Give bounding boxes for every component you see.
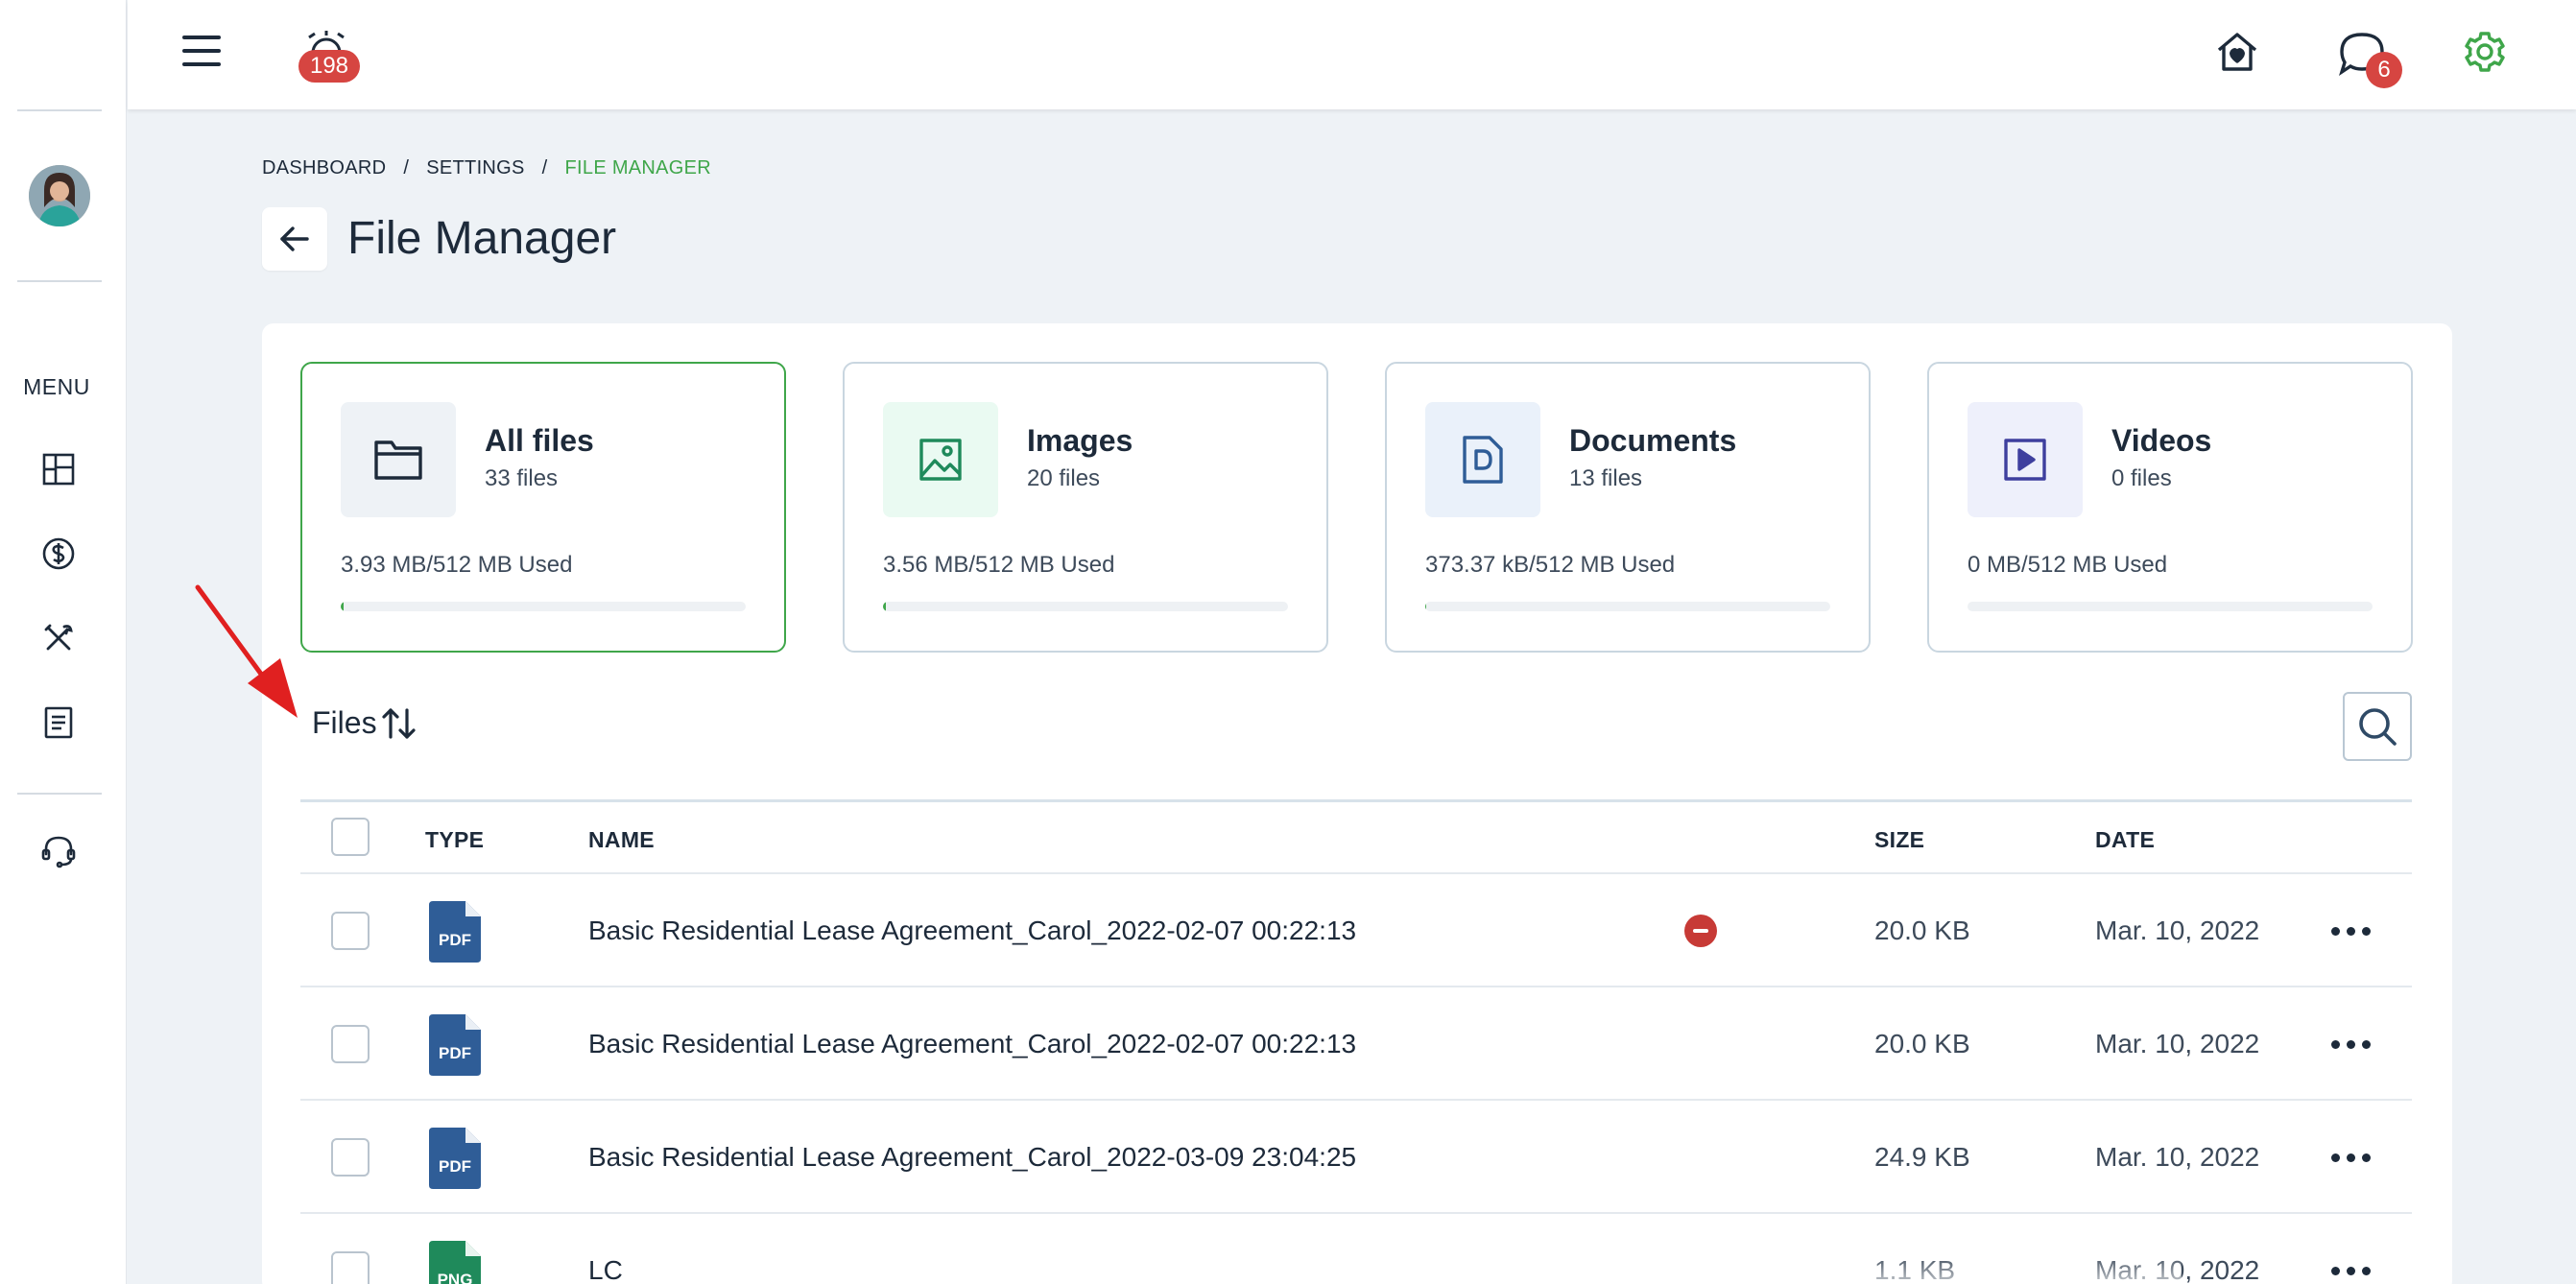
file-type-label: PDF bbox=[439, 1157, 471, 1176]
file-size: 1.1 KB bbox=[1874, 1255, 1956, 1284]
stat-usage: 3.56 MB/512 MB Used bbox=[883, 552, 1115, 578]
file-size: 20.0 KB bbox=[1874, 1029, 1970, 1058]
stat-count: 33 files bbox=[485, 465, 559, 491]
file-date: Mar. 10, 2022 bbox=[2095, 1255, 2260, 1284]
page-title: File Manager bbox=[347, 213, 617, 264]
sidebar-divider bbox=[17, 109, 102, 111]
stat-usage: 373.37 kB/512 MB Used bbox=[1425, 552, 1676, 578]
png-file-icon: PNG bbox=[429, 1241, 481, 1284]
tools-icon[interactable] bbox=[38, 618, 79, 658]
row-checkbox[interactable] bbox=[331, 912, 370, 950]
files-table: TYPE NAME SIZE DATE PDF Basic Residentia… bbox=[300, 799, 2412, 1284]
stat-count: 0 files bbox=[2111, 465, 2172, 491]
usage-progress-bar bbox=[1968, 602, 2373, 611]
table-row[interactable]: PDF Basic Residential Lease Agreement_Ca… bbox=[300, 987, 2412, 1101]
stat-card-images[interactable]: Images 20 files 3.56 MB/512 MB Used bbox=[843, 362, 1328, 653]
row-checkbox[interactable] bbox=[331, 1138, 370, 1177]
notification-badge: 198 bbox=[298, 50, 360, 83]
stat-count: 13 files bbox=[1569, 465, 1643, 491]
top-bar: 198 6 bbox=[128, 0, 2576, 109]
file-type-label: PDF bbox=[439, 931, 471, 949]
stat-usage: 3.93 MB/512 MB Used bbox=[341, 552, 573, 578]
remove-icon[interactable] bbox=[1684, 915, 1717, 947]
table-row[interactable]: PDF Basic Residential Lease Agreement_Ca… bbox=[300, 874, 2412, 987]
gear-icon[interactable] bbox=[2460, 27, 2510, 77]
files-sort-toggle[interactable]: Files bbox=[312, 705, 417, 741]
stat-card-documents[interactable]: Documents 13 files 373.37 kB/512 MB Used bbox=[1385, 362, 1871, 653]
breadcrumb: DASHBOARD / SETTINGS / FILE MANAGER bbox=[262, 157, 711, 179]
support-icon[interactable] bbox=[38, 831, 79, 871]
stat-title: Videos bbox=[2111, 423, 2212, 458]
row-checkbox[interactable] bbox=[331, 1251, 370, 1284]
breadcrumb-file-manager: FILE MANAGER bbox=[564, 157, 712, 178]
sidebar-divider bbox=[17, 793, 102, 795]
breadcrumb-settings[interactable]: SETTINGS bbox=[426, 157, 524, 179]
file-name[interactable]: Basic Residential Lease Agreement_Carol_… bbox=[588, 874, 1356, 987]
breadcrumb-dashboard[interactable]: DASHBOARD bbox=[262, 157, 386, 179]
file-size: 24.9 KB bbox=[1874, 1142, 1970, 1172]
sidebar-divider bbox=[17, 280, 102, 282]
pdf-file-icon: PDF bbox=[429, 1014, 481, 1076]
video-icon bbox=[1968, 402, 2083, 517]
file-date: Mar. 10, 2022 bbox=[2095, 915, 2260, 945]
files-heading: Files bbox=[312, 705, 377, 740]
pdf-file-icon: PDF bbox=[429, 901, 481, 963]
usage-progress-bar bbox=[1425, 602, 1830, 611]
avatar[interactable] bbox=[29, 165, 90, 226]
table-header: TYPE NAME SIZE DATE bbox=[300, 799, 2412, 874]
more-options-icon[interactable] bbox=[2322, 1250, 2379, 1284]
more-options-icon[interactable] bbox=[2322, 911, 2379, 951]
breadcrumb-separator: / bbox=[403, 157, 410, 178]
column-header-size[interactable]: SIZE bbox=[1874, 802, 1924, 877]
usage-progress-bar bbox=[341, 602, 746, 611]
column-header-name[interactable]: NAME bbox=[588, 802, 655, 877]
back-button[interactable] bbox=[262, 207, 327, 271]
file-manager-card: All files 33 files 3.93 MB/512 MB Used I… bbox=[262, 323, 2452, 1284]
file-size: 20.0 KB bbox=[1874, 915, 1970, 945]
arrow-left-icon bbox=[280, 226, 309, 251]
dollar-icon[interactable] bbox=[38, 534, 79, 574]
file-name[interactable]: Basic Residential Lease Agreement_Carol_… bbox=[588, 1101, 1356, 1214]
doc-icon bbox=[1425, 402, 1540, 517]
table-row[interactable]: PNG LC 1.1 KB Mar. 10, 2022 bbox=[300, 1214, 2412, 1284]
stat-count: 20 files bbox=[1027, 465, 1101, 491]
breadcrumb-separator: / bbox=[541, 157, 548, 178]
dashboard-icon[interactable] bbox=[38, 449, 79, 489]
chat-icon[interactable]: 6 bbox=[2333, 25, 2402, 88]
column-header-type[interactable]: TYPE bbox=[425, 802, 484, 877]
home-icon[interactable] bbox=[2212, 27, 2262, 77]
column-header-date[interactable]: DATE bbox=[2095, 802, 2155, 877]
file-type-label: PNG bbox=[438, 1271, 473, 1284]
file-date: Mar. 10, 2022 bbox=[2095, 1029, 2260, 1058]
alarm-icon[interactable]: 198 bbox=[298, 23, 360, 83]
file-name[interactable]: Basic Residential Lease Agreement_Carol_… bbox=[588, 987, 1356, 1101]
table-row[interactable]: PDF Basic Residential Lease Agreement_Ca… bbox=[300, 1101, 2412, 1214]
file-date: Mar. 10, 2022 bbox=[2095, 1142, 2260, 1172]
messages-badge: 6 bbox=[2366, 52, 2402, 88]
file-type-label: PDF bbox=[439, 1044, 471, 1062]
more-options-icon[interactable] bbox=[2322, 1137, 2379, 1177]
select-all-checkbox[interactable] bbox=[331, 818, 370, 856]
stat-usage: 0 MB/512 MB Used bbox=[1968, 552, 2168, 578]
stat-title: Images bbox=[1027, 423, 1133, 458]
stat-card-all-files[interactable]: All files 33 files 3.93 MB/512 MB Used bbox=[300, 362, 786, 653]
hamburger-menu-icon[interactable] bbox=[178, 27, 226, 75]
stat-title: All files bbox=[485, 423, 594, 458]
search-button[interactable] bbox=[2343, 692, 2412, 761]
menu-label: MENU bbox=[23, 374, 90, 399]
sort-icon bbox=[381, 707, 416, 739]
more-options-icon[interactable] bbox=[2322, 1024, 2379, 1064]
stat-card-videos[interactable]: Videos 0 files 0 MB/512 MB Used bbox=[1927, 362, 2413, 653]
folder-icon bbox=[341, 402, 456, 517]
file-name[interactable]: LC bbox=[588, 1214, 623, 1284]
usage-progress-bar bbox=[883, 602, 1288, 611]
annotation-arrow-icon bbox=[195, 584, 298, 718]
row-checkbox[interactable] bbox=[331, 1025, 370, 1063]
search-icon bbox=[2359, 708, 2397, 746]
sidebar: MENU bbox=[0, 0, 127, 1284]
image-icon bbox=[883, 402, 998, 517]
stat-title: Documents bbox=[1569, 423, 1737, 458]
pdf-file-icon: PDF bbox=[429, 1128, 481, 1189]
document-icon[interactable] bbox=[38, 702, 79, 743]
